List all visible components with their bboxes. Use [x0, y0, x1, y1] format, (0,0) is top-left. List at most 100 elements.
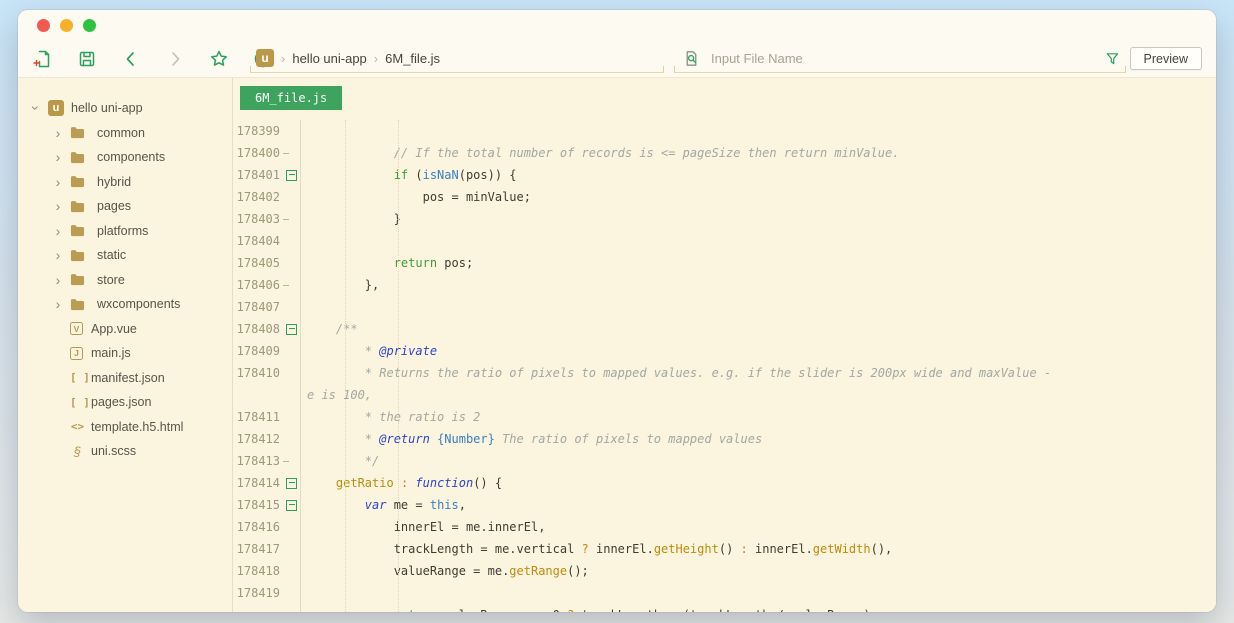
gutter-cell — [283, 384, 301, 406]
code-line[interactable]: 178418 valueRange = me.getRange(); — [233, 560, 1216, 582]
minimize-window-button[interactable] — [60, 19, 73, 32]
code-line[interactable]: 178403 } — [233, 208, 1216, 230]
breadcrumb-project[interactable]: hello uni-app — [292, 51, 366, 66]
tree-item-common[interactable]: › common — [18, 121, 232, 146]
chevron-right-icon[interactable]: › — [52, 297, 64, 311]
code-line[interactable]: 178406 }, — [233, 274, 1216, 296]
line-number: 178407 — [233, 296, 283, 318]
code-line[interactable]: 178412 * @return {Number} The ratio of p… — [233, 428, 1216, 450]
chevron-right-icon[interactable]: › — [52, 248, 64, 262]
close-window-button[interactable] — [37, 19, 50, 32]
code-line[interactable]: 178411 * the ratio is 2 — [233, 406, 1216, 428]
code-line[interactable]: 178417 trackLength = me.vertical ? inner… — [233, 538, 1216, 560]
gutter-cell — [283, 340, 301, 362]
tree-item-label: common — [97, 126, 145, 140]
tree-item-platforms[interactable]: ›platforms — [18, 219, 232, 244]
code-line[interactable]: 178405 return pos; — [233, 252, 1216, 274]
chevron-right-icon[interactable]: › — [52, 224, 64, 238]
tree-item-label: uni.scss — [91, 444, 136, 458]
save-button[interactable] — [72, 45, 102, 73]
forward-button[interactable] — [160, 45, 190, 73]
code-text: trackLength = me.vertical ? innerEl.getH… — [301, 538, 892, 560]
uni-app-logo: u — [256, 49, 274, 67]
code-text — [301, 582, 307, 604]
zoom-window-button[interactable] — [83, 19, 96, 32]
preview-button[interactable]: Preview — [1130, 47, 1202, 70]
chevron-right-icon[interactable]: › — [52, 175, 64, 189]
chevron-right-icon[interactable]: › — [52, 126, 64, 140]
code-line[interactable]: return valueRange === 0 ? trackLength : … — [233, 604, 1216, 612]
fold-collapse-icon[interactable] — [283, 318, 301, 340]
tree-item-uni-scss[interactable]: §uni.scss — [18, 439, 232, 464]
tree-item-template-h5-html[interactable]: <>template.h5.html — [18, 415, 232, 440]
tree-item-label: pages — [97, 199, 131, 213]
code-area[interactable]: 178399178400 // If the total number of r… — [233, 112, 1216, 612]
code-line[interactable]: 178419 — [233, 582, 1216, 604]
new-file-button[interactable] — [28, 45, 58, 73]
filter-funnel-icon[interactable] — [1105, 51, 1120, 66]
tree-item-main-js[interactable]: Jmain.js — [18, 341, 232, 366]
fold-collapse-icon[interactable] — [283, 164, 301, 186]
tree-root-hello-uni-app[interactable]: ›uhello uni-app — [18, 96, 232, 121]
line-number: 178399 — [233, 120, 283, 142]
code-line[interactable]: 178404 — [233, 230, 1216, 252]
fold-collapse-icon[interactable] — [283, 494, 301, 516]
folder-icon — [70, 273, 91, 286]
code-line[interactable]: 178413 */ — [233, 450, 1216, 472]
breadcrumb-file[interactable]: 6M_file.js — [385, 51, 440, 66]
back-button[interactable] — [116, 45, 146, 73]
chevron-right-icon[interactable]: › — [52, 150, 64, 164]
chevron-right-icon[interactable]: › — [52, 199, 64, 213]
code-text: * @return {Number} The ratio of pixels t… — [301, 428, 762, 450]
vue-file-icon: V — [70, 322, 83, 335]
code-line[interactable]: 178408 /** — [233, 318, 1216, 340]
line-number: 178416 — [233, 516, 283, 538]
line-number — [233, 604, 283, 612]
code-line[interactable]: 178415 var me = this, — [233, 494, 1216, 516]
html-file-icon: <> — [70, 420, 85, 433]
gutter-cell — [283, 230, 301, 252]
code-line[interactable]: 178399 — [233, 120, 1216, 142]
tree-item-manifest-json[interactable]: [ ]manifest.json — [18, 366, 232, 391]
code-line[interactable]: 178402 pos = minValue; — [233, 186, 1216, 208]
tree-item-pages-json[interactable]: [ ]pages.json — [18, 390, 232, 415]
tree-item-static[interactable]: ›static — [18, 243, 232, 268]
search-input[interactable] — [709, 50, 1097, 67]
js-file-icon: J — [70, 347, 83, 360]
tree-item-store[interactable]: ›store — [18, 268, 232, 293]
code-line[interactable]: 178416 innerEl = me.innerEl, — [233, 516, 1216, 538]
code-line[interactable]: 178407 — [233, 296, 1216, 318]
chevron-right-icon[interactable]: › — [52, 273, 64, 287]
folder-icon — [70, 200, 91, 213]
tab-6m-file-js[interactable]: 6M_file.js — [240, 86, 342, 110]
tree-item-pages[interactable]: › pages — [18, 194, 232, 219]
folder-icon — [70, 298, 91, 311]
tree-item-label: components — [97, 150, 165, 164]
code-line[interactable]: e is 100, — [233, 384, 1216, 406]
line-number: 178412 — [233, 428, 283, 450]
gutter-cell — [283, 538, 301, 560]
code-text: // If the total number of records is <= … — [301, 142, 899, 164]
tree-item-app-vue[interactable]: VApp.vue — [18, 317, 232, 342]
folder-icon — [70, 151, 91, 164]
fold-collapse-icon[interactable] — [283, 472, 301, 494]
code-line[interactable]: 178414 getRatio : function() { — [233, 472, 1216, 494]
code-line[interactable]: 178401 if (isNaN(pos)) { — [233, 164, 1216, 186]
gutter-cell — [283, 252, 301, 274]
gutter-cell — [283, 604, 301, 612]
tree-item-components[interactable]: › components — [18, 145, 232, 170]
code-text — [301, 230, 307, 252]
code-line[interactable]: 178410 * Returns the ratio of pixels to … — [233, 362, 1216, 384]
uni-app-logo: u — [48, 100, 64, 116]
breadcrumb-separator: › — [374, 51, 378, 66]
code-text: } — [301, 208, 401, 230]
fold-end-mark — [283, 450, 301, 472]
line-number: 178419 — [233, 582, 283, 604]
tree-item-wxcomponents[interactable]: › wxcomponents — [18, 292, 232, 317]
code-line[interactable]: 178409 * @private — [233, 340, 1216, 362]
tree-item-label: wxcomponents — [97, 297, 180, 311]
chevron-down-icon[interactable]: › — [29, 102, 43, 114]
favorite-button[interactable] — [204, 45, 234, 73]
code-line[interactable]: 178400 // If the total number of records… — [233, 142, 1216, 164]
tree-item-hybrid[interactable]: ›hybrid — [18, 170, 232, 195]
